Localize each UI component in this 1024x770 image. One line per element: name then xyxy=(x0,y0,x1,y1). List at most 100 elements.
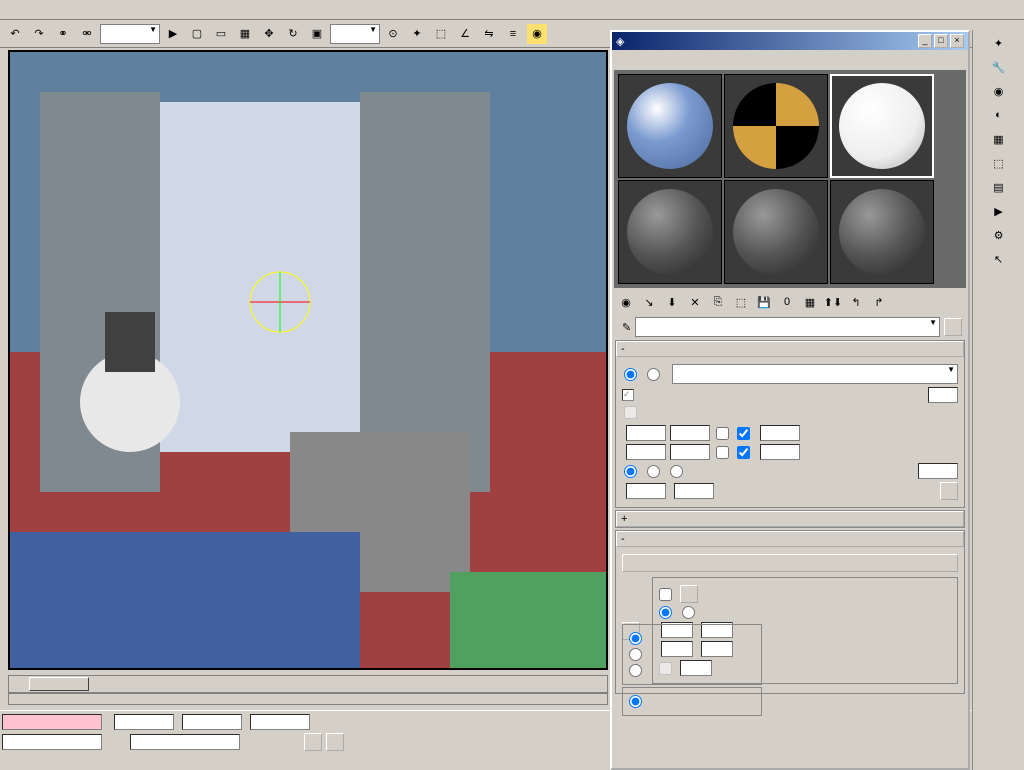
selection-filter-dropdown[interactable] xyxy=(100,24,160,44)
v-tile[interactable] xyxy=(737,446,750,459)
slot-1[interactable] xyxy=(618,74,722,178)
blur-field[interactable] xyxy=(626,483,666,499)
go-parent-icon[interactable]: ↰ xyxy=(846,292,866,312)
menu-edit[interactable] xyxy=(20,8,36,12)
bitmap-header[interactable]: - xyxy=(616,531,964,547)
u-angle[interactable] xyxy=(760,425,800,441)
menu-grapheditor[interactable] xyxy=(132,8,148,12)
v-angle[interactable] xyxy=(760,444,800,460)
menu-create[interactable] xyxy=(84,8,100,12)
rotate-icon[interactable]: ↻ xyxy=(282,23,304,45)
menu-modify[interactable] xyxy=(100,8,116,12)
options-icon[interactable]: ⚙ xyxy=(988,224,1010,246)
unlink-icon[interactable]: ⚮ xyxy=(76,23,98,45)
timeline-track[interactable] xyxy=(8,693,608,705)
map-name-dropdown[interactable] xyxy=(635,317,940,337)
scale-icon[interactable]: ▣ xyxy=(306,23,328,45)
x-field[interactable] xyxy=(114,714,174,730)
reset-icon[interactable]: ✕ xyxy=(685,292,705,312)
move-icon[interactable]: ✥ xyxy=(258,23,280,45)
slot-3[interactable] xyxy=(830,74,934,178)
menu-file[interactable] xyxy=(4,8,20,12)
noise-header[interactable]: + xyxy=(616,511,964,527)
wu-radio[interactable] xyxy=(668,465,687,478)
rgbint-radio[interactable] xyxy=(627,695,646,708)
u-mirror[interactable] xyxy=(716,427,729,440)
time-slider[interactable] xyxy=(8,675,608,693)
listener-field[interactable] xyxy=(2,734,102,750)
time-thumb[interactable] xyxy=(29,677,89,691)
select-by-mat-icon[interactable]: ↖ xyxy=(988,248,1010,270)
link-icon[interactable]: ⚭ xyxy=(52,23,74,45)
select-manip-icon[interactable]: ✦ xyxy=(406,23,428,45)
get-material-icon[interactable]: ◉ xyxy=(616,292,636,312)
modify-tab-icon[interactable]: 🔧 xyxy=(988,56,1010,78)
menu-tools[interactable] xyxy=(36,8,52,12)
u-tiling[interactable] xyxy=(670,425,710,441)
menu-group[interactable] xyxy=(52,8,68,12)
menu-maxscript[interactable] xyxy=(180,8,196,12)
rotate-button[interactable] xyxy=(940,482,958,500)
u-offset[interactable] xyxy=(626,425,666,441)
window-crossing-icon[interactable]: ▦ xyxy=(234,23,256,45)
env-radio[interactable] xyxy=(645,368,664,381)
make-preview-icon[interactable]: ▶ xyxy=(988,200,1010,222)
make-unique-icon[interactable]: ⬚ xyxy=(731,292,751,312)
center-icon[interactable]: ⊙ xyxy=(382,23,404,45)
slot-4[interactable] xyxy=(618,180,722,284)
time-tag-field[interactable] xyxy=(130,734,240,750)
vw-radio[interactable] xyxy=(645,465,664,478)
mapchannel-dropdown[interactable] xyxy=(672,364,958,384)
z-field[interactable] xyxy=(250,714,310,730)
show-map-icon[interactable]: ▦ xyxy=(800,292,820,312)
apply-check[interactable] xyxy=(657,588,676,601)
showback-check[interactable] xyxy=(622,389,636,401)
close-icon[interactable]: × xyxy=(950,34,964,48)
texture-radio[interactable] xyxy=(622,368,641,381)
select-region-icon[interactable]: ▭ xyxy=(210,23,232,45)
slot-6[interactable] xyxy=(830,180,934,284)
snap-icon[interactable]: ⬚ xyxy=(430,23,452,45)
w-angle[interactable] xyxy=(918,463,958,479)
slot-5[interactable] xyxy=(724,180,828,284)
put-to-scene-icon[interactable]: ↘ xyxy=(639,292,659,312)
place-radio[interactable] xyxy=(680,606,699,619)
video-check-icon[interactable]: ▤ xyxy=(988,176,1010,198)
setkey-button[interactable] xyxy=(304,733,322,751)
backlight-icon[interactable]: ◐ xyxy=(988,104,1010,126)
go-sibling-icon[interactable]: ↱ xyxy=(869,292,889,312)
menu-anim[interactable] xyxy=(116,8,132,12)
make-copy-icon[interactable]: ⎘ xyxy=(708,292,728,312)
sample-uv-icon[interactable]: ⬚ xyxy=(988,152,1010,174)
pyramid-radio[interactable] xyxy=(627,632,646,645)
menu-render[interactable] xyxy=(148,8,164,12)
coords-header[interactable]: - xyxy=(616,341,964,357)
sample-type-icon[interactable]: ◉ xyxy=(988,80,1010,102)
ref-coord-dropdown[interactable] xyxy=(330,24,380,44)
select-name-icon[interactable]: ▢ xyxy=(186,23,208,45)
material-editor-icon[interactable]: ◉ xyxy=(526,23,548,45)
angle-snap-icon[interactable]: ∠ xyxy=(454,23,476,45)
slot-2[interactable] xyxy=(724,74,828,178)
u-tile[interactable] xyxy=(737,427,750,440)
uv-radio[interactable] xyxy=(622,465,641,478)
y-field[interactable] xyxy=(182,714,242,730)
mapch-field[interactable] xyxy=(928,387,958,403)
undo-icon[interactable]: ↶ xyxy=(4,23,26,45)
v-tiling[interactable] xyxy=(670,444,710,460)
eyedropper-icon[interactable]: ✎ xyxy=(622,321,631,334)
v-mirror[interactable] xyxy=(716,446,729,459)
put-library-icon[interactable]: 💾 xyxy=(754,292,774,312)
mirror-icon[interactable]: ⇋ xyxy=(478,23,500,45)
perspective-viewport[interactable] xyxy=(8,50,608,670)
bitmap-path-button[interactable] xyxy=(622,554,958,572)
minimize-icon[interactable]: _ xyxy=(918,34,932,48)
menu-help[interactable] xyxy=(196,8,212,12)
redo-icon[interactable]: ↷ xyxy=(28,23,50,45)
select-icon[interactable]: ▶ xyxy=(162,23,184,45)
crop-radio[interactable] xyxy=(657,606,676,619)
keyfilter-button[interactable] xyxy=(326,733,344,751)
maxscript-mini[interactable] xyxy=(2,714,102,730)
show-result-icon[interactable]: ⬆⬇ xyxy=(823,292,843,312)
menu-custom[interactable] xyxy=(164,8,180,12)
